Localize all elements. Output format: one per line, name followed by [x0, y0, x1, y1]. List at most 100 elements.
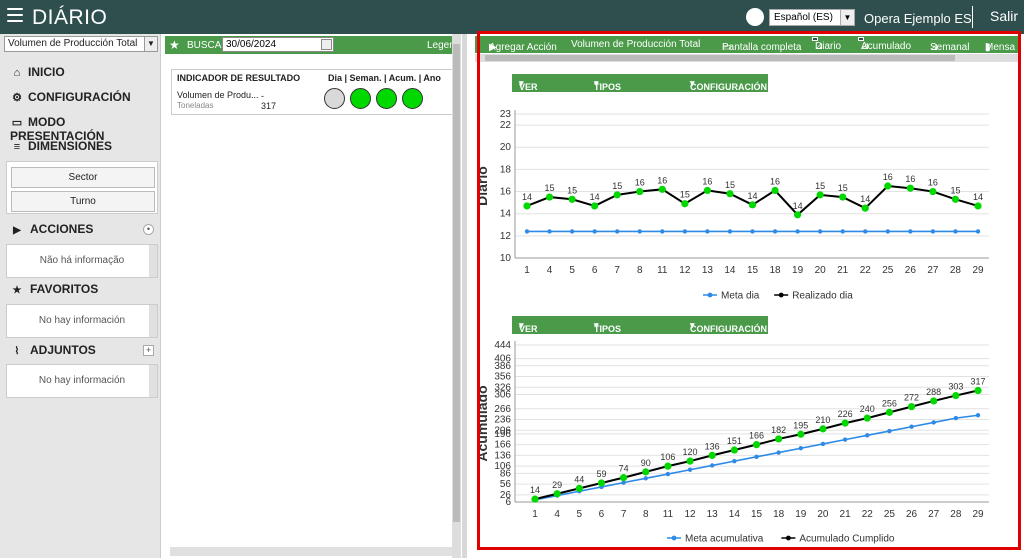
- scrollbar-thumb[interactable]: [453, 44, 460, 522]
- section-favoritos[interactable]: ★ FAVORITOS: [10, 282, 99, 296]
- data-point: [727, 229, 733, 234]
- indicator-title: Volumen de Producción Total: [571, 39, 701, 50]
- acciones-box: Não há informação: [6, 244, 158, 278]
- data-label: 240: [860, 404, 875, 414]
- data-point: [660, 229, 665, 234]
- y-tick-label: 326: [494, 382, 511, 393]
- tab-daily[interactable]: ⊿ Diario: [812, 37, 841, 52]
- status-week-icon[interactable]: [350, 88, 371, 109]
- search-label: BUSCA: [187, 40, 222, 51]
- data-point: [906, 184, 914, 192]
- data-label: 136: [705, 441, 720, 451]
- data-point: [682, 229, 688, 234]
- y-tick-label: 10: [500, 253, 512, 264]
- section-adjuntos[interactable]: ⌇ ADJUNTOS: [10, 343, 96, 357]
- language-select[interactable]: Español (ES) ▼: [769, 9, 855, 26]
- data-point: [642, 468, 650, 476]
- x-tick-label: 25: [882, 265, 894, 276]
- data-point: [951, 195, 960, 203]
- data-label: 14: [590, 192, 600, 202]
- horizontal-scrollbar[interactable]: [170, 547, 452, 556]
- vertical-scrollbar[interactable]: [452, 34, 461, 558]
- calendar-icon[interactable]: [321, 39, 332, 50]
- tab-cumulative[interactable]: ⊿ Acumulado: [858, 37, 911, 52]
- legend-entry: Meta acumulativa: [685, 534, 764, 545]
- date-input[interactable]: 30/06/2024: [222, 37, 334, 52]
- data-point: [545, 193, 554, 201]
- view-values-menu[interactable]: VER VALORES ▾: [519, 78, 562, 102]
- scrollbar[interactable]: [149, 365, 157, 397]
- x-tick-label: 18: [769, 265, 781, 276]
- scrollbar[interactable]: [149, 245, 157, 277]
- legend-marker: [671, 535, 677, 541]
- legend-entry: Acumulado Cumplido: [799, 534, 894, 545]
- data-point: [591, 202, 599, 210]
- data-point: [705, 229, 710, 234]
- scrollbar-thumb[interactable]: [485, 55, 955, 61]
- x-tick-label: 27: [928, 509, 940, 520]
- play-icon: ▶: [13, 225, 21, 236]
- nav-item-presentation[interactable]: ▭ MODO PRESENTACIÓN: [10, 115, 160, 143]
- data-point: [568, 195, 576, 203]
- chevron-down-icon: ▼: [144, 37, 157, 51]
- status-cumulative-icon[interactable]: [376, 88, 397, 109]
- exit-link[interactable]: Salir: [990, 8, 1018, 24]
- chart-types-menu[interactable]: TIPOS DE GRÁFICO ▾: [594, 78, 636, 112]
- nav-item-home[interactable]: ⌂ INICIO: [10, 65, 65, 83]
- indicator-name[interactable]: Volumen de Produ...: [177, 90, 259, 100]
- horizontal-scrollbar[interactable]: [475, 54, 1020, 62]
- x-tick-label: 8: [637, 265, 643, 276]
- data-point: [931, 420, 936, 425]
- data-point: [909, 424, 914, 429]
- home-icon: ⌂: [13, 67, 21, 79]
- indicator-dash: -: [261, 91, 264, 101]
- settings-dot-icon[interactable]: •: [143, 224, 154, 235]
- data-point: [798, 446, 803, 451]
- section-acciones[interactable]: ▶ ACCIONES: [10, 222, 93, 236]
- data-point: [795, 229, 800, 234]
- star-icon[interactable]: ★: [169, 38, 180, 52]
- data-point: [794, 211, 802, 219]
- hamburger-menu-icon[interactable]: [7, 8, 23, 22]
- data-point: [840, 229, 845, 234]
- indicator-select[interactable]: Volumen de Producción Total ▼: [4, 36, 158, 52]
- nav-item-config[interactable]: ⚙ CONFIGURACIÓN: [10, 90, 131, 108]
- chart-config-menu[interactable]: CONFIGURACIÓN ▾: [690, 78, 767, 92]
- chart-toolbar: ▶ Agregar Acción Volumen de Producción T…: [475, 36, 1020, 53]
- chart-config-menu[interactable]: CONFIGURACIÓN ▾: [690, 320, 767, 334]
- status-year-icon[interactable]: [402, 88, 423, 109]
- chevron-down-icon: ▼: [840, 10, 854, 25]
- dimension-turno-button[interactable]: Turno: [11, 191, 155, 212]
- data-point: [842, 437, 848, 442]
- fullscreen-label: Pantalla completa: [722, 42, 802, 53]
- data-label: 256: [882, 398, 897, 408]
- data-point: [771, 186, 779, 195]
- y-tick-label: 16: [500, 187, 512, 198]
- y-axis-label: Diario: [474, 166, 490, 206]
- scrollbar[interactable]: [149, 305, 157, 337]
- data-point: [841, 419, 849, 427]
- data-point: [665, 471, 671, 477]
- x-tick-label: 26: [906, 509, 918, 520]
- data-label: 16: [905, 174, 915, 184]
- data-label: 16: [657, 175, 667, 185]
- nav-item-dimensions[interactable]: ≡ DIMENSIONES: [10, 139, 112, 157]
- chart-types-menu[interactable]: TIPOS DE GRÁFICO ▾: [594, 320, 636, 354]
- add-action-label: Agregar Acción: [489, 42, 557, 53]
- y-tick-label: 206: [494, 425, 511, 436]
- daily-chart: 10121416182022231 4 5 6 7 8 11 12 13 14 15 18 19 20 21…: [474, 109, 989, 302]
- data-label: 166: [749, 431, 764, 441]
- data-label: 74: [619, 464, 629, 474]
- status-day-icon[interactable]: [324, 88, 345, 109]
- view-values-menu[interactable]: VER VALORES ▾: [519, 320, 562, 344]
- tab-label: Diario: [815, 41, 842, 52]
- data-point: [637, 229, 642, 234]
- data-point: [907, 403, 916, 411]
- top-bar: DIÁRIO Español (ES) ▼ Opera Ejemplo ES Sa…: [0, 0, 1024, 34]
- gear-icon: ⚙: [12, 92, 22, 104]
- add-icon[interactable]: +: [143, 345, 154, 356]
- dimension-sector-button[interactable]: Sector: [11, 167, 155, 188]
- data-point: [620, 474, 628, 482]
- data-label: 182: [771, 425, 786, 435]
- data-point: [703, 186, 711, 195]
